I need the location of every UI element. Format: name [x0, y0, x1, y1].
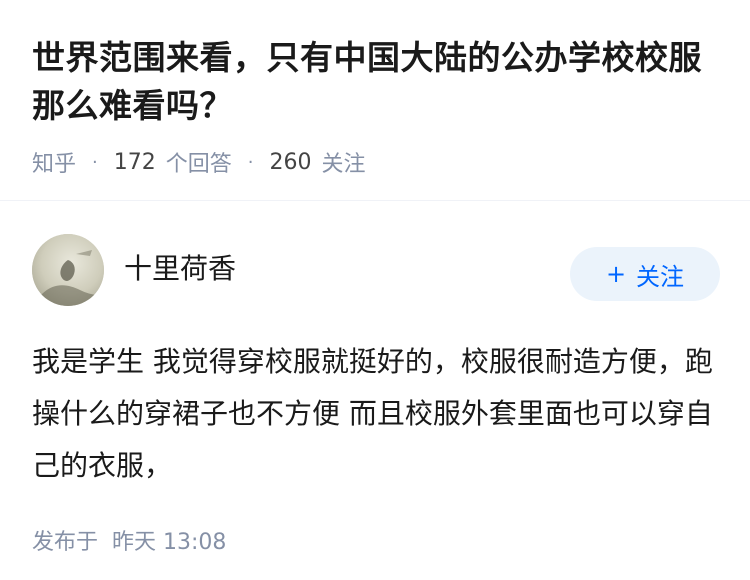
section-divider	[0, 200, 750, 201]
follow-button-label: 关注	[636, 262, 685, 291]
plus-icon: +	[605, 260, 627, 288]
follower-count-label[interactable]: 关注	[322, 146, 366, 178]
question-meta: 知乎 · 172 个回答 · 260 关注	[32, 146, 718, 178]
question-header: 世界范围来看，只有中国大陆的公办学校校服那么难看吗？ 知乎 · 172 个回答 …	[0, 0, 750, 178]
question-title[interactable]: 世界范围来看，只有中国大陆的公办学校校服那么难看吗？	[32, 34, 718, 130]
author-row: 十里荷香 + 关注	[32, 234, 720, 306]
follow-button[interactable]: + 关注	[570, 247, 720, 301]
answer-count-label[interactable]: 个回答	[166, 146, 232, 178]
author-name[interactable]: 十里荷香	[124, 247, 570, 287]
answer-content[interactable]: 我是学生 我觉得穿校服就挺好的，校服很耐造方便，跑操什么的穿裙子也不方便 而且校…	[32, 336, 718, 492]
separator-dot: ·	[247, 151, 254, 173]
separator-dot: ·	[92, 151, 98, 173]
avatar-image	[32, 234, 104, 306]
source-label[interactable]: 知乎	[32, 146, 76, 178]
answer-card: 十里荷香 + 关注 我是学生 我觉得穿校服就挺好的，校服很耐造方便，跑操什么的穿…	[32, 234, 720, 556]
avatar[interactable]	[32, 234, 104, 306]
published-label: 发布于	[32, 530, 99, 555]
follower-count: 260	[269, 149, 312, 175]
answer-count: 172	[113, 149, 156, 175]
published-time[interactable]: 昨天 13:08	[112, 530, 226, 555]
answer-footer: 发布于 昨天 13:08	[32, 524, 718, 556]
